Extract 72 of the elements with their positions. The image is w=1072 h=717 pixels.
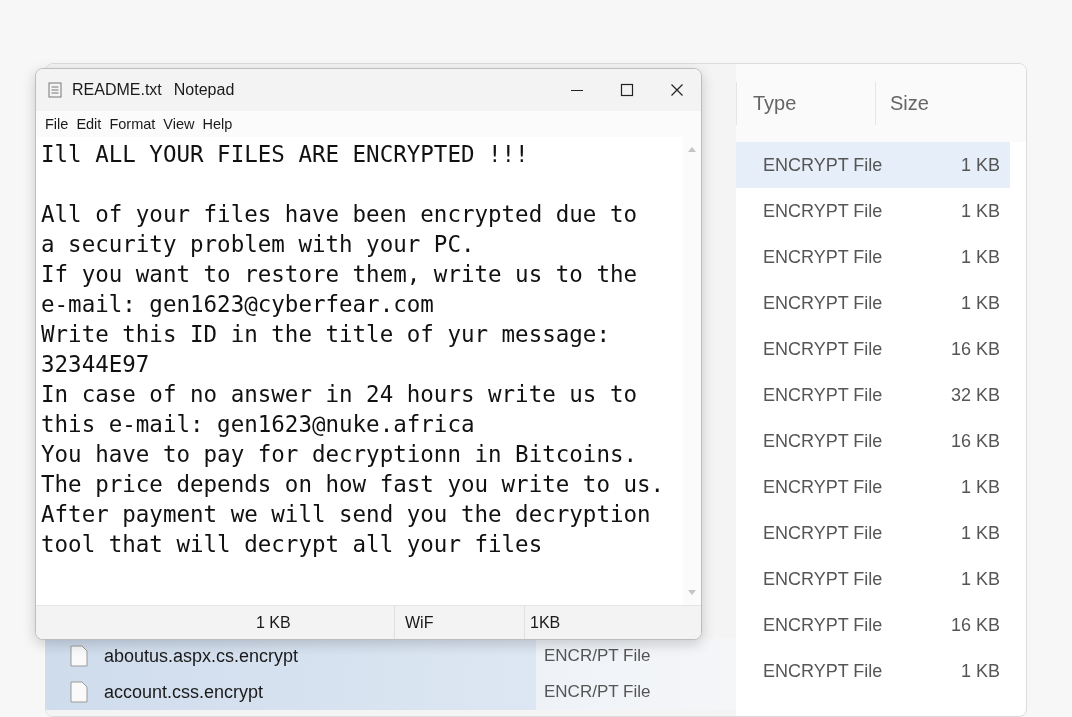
- file-size: 1 KB: [959, 476, 1001, 498]
- file-size: 1 KB: [959, 154, 1001, 176]
- file-size: 16 KB: [949, 614, 1001, 636]
- note-line: 32344E97: [41, 350, 150, 379]
- file-row[interactable]: account.css.encrypt ENCR/PT File: [46, 674, 736, 710]
- file-size: 1 KB: [959, 246, 1001, 268]
- status-encoding: WiF: [395, 606, 525, 639]
- file-row[interactable]: ENCRYPT File 16 KB: [736, 326, 1010, 372]
- file-row[interactable]: ENCRYPT File 1 KB: [736, 464, 1010, 510]
- app-name: Notepad: [173, 81, 235, 99]
- file-type: ENCRYPT File: [762, 200, 884, 222]
- file-row[interactable]: ENCRYPT File 1 KB: [736, 510, 1010, 556]
- file-type: ENCRYPT File: [762, 292, 884, 314]
- note-line: In case of no answer in 24 hours write us to: [41, 380, 638, 409]
- status-size: 1KB: [529, 612, 561, 633]
- file-type: ENCR/PT File: [544, 682, 651, 702]
- window-title: README.txt: [72, 81, 162, 99]
- note-line: After payment we will send you the decryption: [41, 500, 651, 529]
- file-size: 1 KB: [959, 660, 1001, 682]
- file-size: 1 KB: [959, 568, 1001, 590]
- file-type: ENCRYPT File: [762, 660, 884, 682]
- file-row[interactable]: ENCRYPT File 1 KB: [736, 188, 1010, 234]
- file-row[interactable]: ENCRYPT File 32 KB: [736, 372, 1010, 418]
- file-size: 32 KB: [949, 384, 1001, 406]
- note-line: The price depends on how fast you write to us.: [41, 470, 665, 499]
- note-line: You have to pay for decryptionn in Bitcoins.: [41, 440, 638, 469]
- file-row[interactable]: ENCRYPT File 1 KB: [736, 142, 1010, 188]
- menu-item[interactable]: Edit: [76, 116, 102, 132]
- file-type: ENCRYPT File: [762, 338, 884, 360]
- menu-item[interactable]: Format: [109, 116, 156, 132]
- file-row[interactable]: ENCRYPT File 1 KB: [736, 234, 1010, 280]
- file-size: 1 KB: [959, 200, 1001, 222]
- file-row[interactable]: ENCRYPT File 1 KB: [736, 280, 1010, 326]
- file-icon: [70, 645, 88, 667]
- menu-item[interactable]: File: [45, 116, 69, 132]
- file-type: ENCRYPT File: [762, 522, 884, 544]
- file-row[interactable]: aboutus.aspx.cs.encrypt ENCR/PT File: [46, 638, 736, 674]
- column-header[interactable]: Type: [736, 81, 875, 125]
- file-row[interactable]: ENCRYPT File 16 KB: [736, 602, 1010, 648]
- file-size: 16 KB: [949, 430, 1001, 452]
- note-line: e-mail: gen1623@cyberfear.com: [41, 290, 434, 319]
- file-type: ENCRYPT File: [762, 476, 884, 498]
- file-type: ENCRYPT File: [762, 384, 884, 406]
- file-row[interactable]: ENCRYPT File 16 KB: [736, 418, 1010, 464]
- menu-item[interactable]: Help: [202, 116, 233, 132]
- note-line: Ill ALL YOUR FILES ARE ENCRYPTED !!!: [41, 140, 529, 169]
- file-name: aboutus.aspx.cs.encrypt: [104, 645, 300, 667]
- note-line: tool that will decrypt all your files: [41, 530, 543, 559]
- file-type: ENCR/PT File: [544, 646, 651, 666]
- maximize-icon[interactable]: [619, 82, 635, 98]
- file-name: account.css.encrypt: [104, 681, 265, 703]
- menu-item[interactable]: View: [163, 116, 195, 132]
- file-type: ENCRYPT File: [762, 614, 884, 636]
- column-header[interactable]: Size: [875, 81, 929, 125]
- file-type: ENCRYPT File: [762, 568, 884, 590]
- file-type: ENCRYPT File: [762, 154, 884, 176]
- note-line: All of your files have been encrypted due to: [41, 200, 638, 229]
- file-size: 1 KB: [959, 292, 1001, 314]
- file-icon: [70, 681, 88, 703]
- note-line: a security problem with your PC.: [41, 230, 475, 259]
- notepad-icon: [48, 82, 62, 98]
- file-size: 16 KB: [949, 338, 1001, 360]
- note-line: this e-mail: gen1623@nuke.africa: [41, 410, 475, 439]
- file-row[interactable]: ENCRYPT File 1 KB: [736, 556, 1010, 602]
- note-line: Write this ID in the title of yur message:: [41, 320, 610, 349]
- file-size: 1 KB: [959, 522, 1001, 544]
- file-type: ENCRYPT File: [762, 430, 884, 452]
- status-size: 1 KB: [36, 606, 395, 639]
- close-icon[interactable]: [669, 82, 685, 98]
- note-line: If you want to restore them, write us to the: [41, 260, 638, 289]
- file-row[interactable]: ENCRYPT File 1 KB: [736, 648, 1010, 694]
- file-type: ENCRYPT File: [762, 246, 884, 268]
